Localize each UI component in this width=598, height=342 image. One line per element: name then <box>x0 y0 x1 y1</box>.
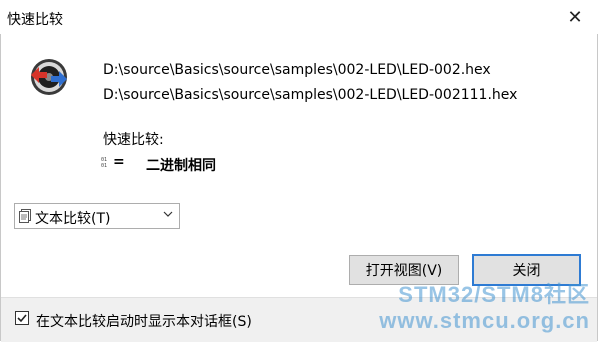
binary-icon: 01 01 <box>101 157 108 169</box>
document-icon <box>19 209 31 223</box>
dialog-footer: 在文本比较启动时显示本对话框(S) <box>1 297 597 342</box>
window-border-left <box>0 34 1 341</box>
show-on-start-label[interactable]: 在文本比较启动时显示本对话框(S) <box>36 311 252 331</box>
chevron-down-icon <box>163 211 173 217</box>
close-button[interactable]: 关闭 <box>472 254 581 286</box>
title-bar: 快速比较 ✕ <box>0 0 598 34</box>
close-icon: ✕ <box>567 6 583 28</box>
dropdown-selected-value: 文本比较(T) <box>35 211 111 227</box>
compare-type-dropdown[interactable]: 文本比较(T) <box>14 203 180 229</box>
compare-result: 二进制相同 <box>146 158 216 174</box>
equals-sign: = <box>113 154 125 170</box>
open-view-button[interactable]: 打开视图(V) <box>349 255 459 285</box>
show-on-start-checkbox[interactable] <box>15 311 29 325</box>
close-button-label: 关闭 <box>512 263 541 279</box>
checkmark-icon <box>17 314 27 323</box>
quick-compare-label: 快速比较: <box>103 132 164 148</box>
open-view-button-label: 打开视图(V) <box>365 263 443 279</box>
window-title: 快速比较 <box>7 12 63 28</box>
compare-app-icon <box>31 59 67 95</box>
left-file-path: D:\source\Basics\source\samples\002-LED\… <box>103 62 491 78</box>
right-file-path: D:\source\Basics\source\samples\002-LED\… <box>103 87 518 103</box>
close-window-button[interactable]: ✕ <box>552 0 598 34</box>
